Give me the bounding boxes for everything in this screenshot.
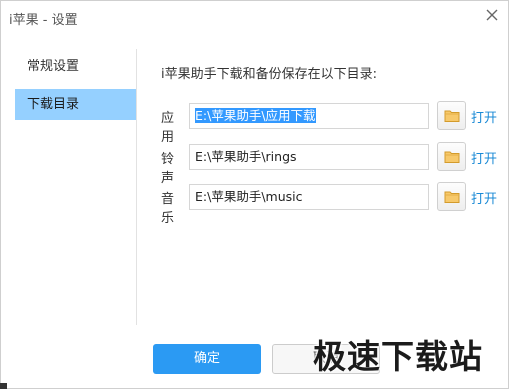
folder-icon — [444, 151, 460, 163]
apps-open-link[interactable]: 打开 — [471, 107, 497, 126]
sidebar: 常规设置 下载目录 — [15, 51, 136, 127]
rings-path-text: E:\苹果助手\rings — [195, 149, 297, 164]
rings-browse-button[interactable] — [437, 142, 466, 171]
dir-label-apps: 应用 — [161, 111, 175, 145]
folder-icon — [444, 110, 460, 122]
settings-dialog: i苹果 - 设置 常规设置 下载目录 i苹果助手下载和备份保存在以下目录: 应用… — [0, 0, 509, 389]
apps-path-field[interactable]: E:\苹果助手\应用下载 — [189, 103, 429, 129]
sidebar-divider — [136, 49, 137, 325]
sidebar-item-download-dir[interactable]: 下载目录 — [15, 89, 136, 120]
rings-open-link[interactable]: 打开 — [471, 148, 497, 167]
watermark-logo: 极速下载站 — [313, 337, 483, 376]
music-path-field[interactable]: E:\苹果助手\music — [189, 184, 429, 210]
music-path-text: E:\苹果助手\music — [195, 189, 303, 204]
sidebar-item-general[interactable]: 常规设置 — [15, 51, 136, 82]
dir-label-rings: 铃声 — [161, 152, 175, 186]
folder-icon — [444, 191, 460, 203]
close-icon[interactable] — [484, 7, 500, 23]
window-title: i苹果 - 设置 — [9, 13, 78, 28]
corner-artifact — [0, 383, 7, 389]
dir-label-music: 音乐 — [161, 192, 175, 226]
title-bar: i苹果 - 设置 — [1, 1, 508, 33]
music-open-link[interactable]: 打开 — [471, 188, 497, 207]
confirm-button[interactable]: 确定 — [153, 344, 261, 374]
rings-path-field[interactable]: E:\苹果助手\rings — [189, 144, 429, 170]
music-browse-button[interactable] — [437, 182, 466, 211]
section-heading: i苹果助手下载和备份保存在以下目录: — [161, 67, 377, 82]
apps-browse-button[interactable] — [437, 101, 466, 130]
apps-path-text: E:\苹果助手\应用下载 — [195, 108, 316, 123]
